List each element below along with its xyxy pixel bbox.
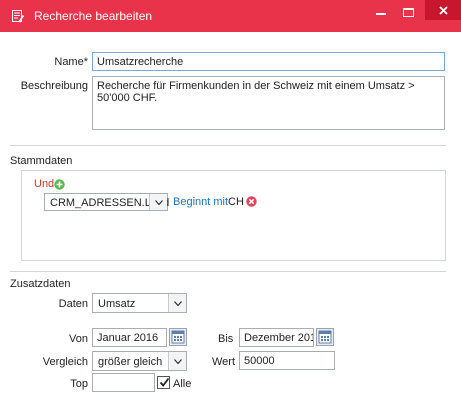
title-bar[interactable]: Recherche bearbeiten — [0, 0, 461, 32]
description-textarea[interactable]: Recherche für Firmenkunden in der Schwei… — [92, 76, 445, 130]
top-input[interactable] — [92, 373, 155, 392]
dialog-window: Recherche bearbeiten Name* Umsatzrecherc… — [0, 0, 461, 410]
stammdaten-panel: Und CRM_ADRESSEN.Land Beginnt mit CH — [21, 170, 446, 261]
calendar-icon[interactable] — [169, 328, 187, 346]
group-operator-und[interactable]: Und — [34, 178, 54, 190]
bis-date-input[interactable]: Dezember 2016 — [239, 328, 314, 347]
zusatzdaten-label: Zusatzdaten — [10, 278, 71, 290]
von-date-input[interactable]: Januar 2016 — [92, 328, 167, 347]
alle-checkbox[interactable] — [157, 376, 170, 389]
chevron-down-icon — [168, 294, 186, 312]
minimize-button[interactable] — [371, 0, 391, 24]
section-divider — [10, 271, 446, 272]
condition-field-select[interactable]: CRM_ADRESSEN.Land — [44, 193, 169, 211]
daten-select[interactable]: Umsatz — [92, 293, 187, 313]
close-icon — [438, 5, 448, 15]
wert-label: Wert — [212, 356, 236, 368]
stammdaten-label: Stammdaten — [10, 155, 73, 167]
von-label: Von — [69, 333, 88, 345]
bis-label: Bis — [218, 333, 234, 345]
condition-value[interactable]: CH — [228, 196, 244, 208]
name-label: Name* — [54, 56, 88, 68]
section-divider — [10, 145, 446, 146]
vergleich-label: Vergleich — [42, 356, 88, 368]
vergleich-select[interactable]: größer gleich — [92, 351, 187, 371]
daten-label: Daten — [58, 298, 88, 310]
checkmark-icon — [159, 377, 170, 387]
name-input[interactable]: Umsatzrecherche — [92, 52, 445, 71]
wert-input[interactable]: 50000 — [239, 351, 335, 370]
edit-form-icon — [12, 10, 24, 23]
top-label: Top — [70, 378, 88, 390]
remove-condition-icon[interactable] — [246, 196, 257, 207]
vergleich-value: größer gleich — [98, 356, 163, 368]
daten-value: Umsatz — [98, 298, 136, 310]
calendar-icon[interactable] — [316, 328, 334, 346]
alle-label[interactable]: Alle — [173, 378, 191, 390]
maximize-button[interactable] — [398, 0, 418, 24]
add-condition-icon[interactable] — [54, 179, 65, 190]
condition-operator-link[interactable]: Beginnt mit — [173, 196, 228, 208]
description-label: Beschreibung — [20, 80, 88, 92]
chevron-down-icon — [168, 352, 186, 370]
maximize-icon — [402, 7, 414, 17]
chevron-down-icon — [149, 194, 167, 210]
window-title: Recherche bearbeiten — [34, 9, 153, 23]
close-button[interactable] — [425, 0, 461, 20]
minimize-icon — [376, 13, 386, 15]
